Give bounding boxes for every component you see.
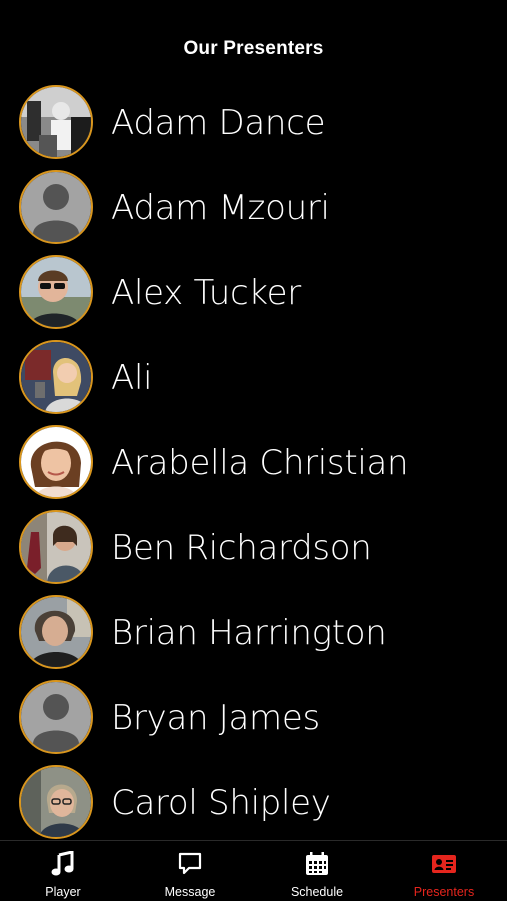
presenter-name: Alex Tucker xyxy=(111,272,301,313)
music-note-icon xyxy=(50,850,76,877)
presenter-name: Carol Shipley xyxy=(111,782,331,823)
tab-presenters[interactable]: Presenters xyxy=(381,841,507,901)
presenter-row-alex-tucker[interactable]: Alex Tucker xyxy=(0,250,507,335)
avatar xyxy=(19,340,93,414)
avatar xyxy=(19,510,93,584)
presenter-name: Bryan James xyxy=(111,697,320,738)
tab-player[interactable]: Player xyxy=(0,841,126,901)
avatar xyxy=(19,255,93,329)
presenter-row-bryan-james[interactable]: Bryan James xyxy=(0,675,507,760)
tab-message[interactable]: Message xyxy=(127,841,253,901)
speech-bubble-icon xyxy=(177,851,203,877)
tab-label: Presenters xyxy=(413,885,475,899)
presenter-name: Ali xyxy=(111,357,153,398)
presenter-name: Arabella Christian xyxy=(111,442,409,483)
tab-bar: Player Message Schedule Presenters xyxy=(0,840,507,901)
presenter-row-adam-dance[interactable]: Adam Dance xyxy=(0,80,507,165)
presenter-row-ben-richardson[interactable]: Ben Richardson xyxy=(0,505,507,590)
page-title: Our Presenters xyxy=(183,38,324,59)
presenter-row-ali[interactable]: Ali xyxy=(0,335,507,420)
avatar xyxy=(19,425,93,499)
avatar xyxy=(19,595,93,669)
id-card-icon xyxy=(431,851,457,877)
tab-label: Schedule xyxy=(290,885,344,899)
presenter-list[interactable]: Adam Dance Adam Mzouri Alex Tucker Ali A… xyxy=(0,80,507,840)
presenter-row-adam-mzouri[interactable]: Adam Mzouri xyxy=(0,165,507,250)
avatar-placeholder-icon xyxy=(19,680,93,754)
avatar xyxy=(19,85,93,159)
presenter-name: Brian Harrington xyxy=(111,612,387,653)
presenter-row-brian-harrington[interactable]: Brian Harrington xyxy=(0,590,507,675)
tab-schedule[interactable]: Schedule xyxy=(254,841,380,901)
avatar-placeholder-icon xyxy=(19,170,93,244)
presenter-row-arabella-christian[interactable]: Arabella Christian xyxy=(0,420,507,505)
presenter-name: Adam Dance xyxy=(111,102,326,143)
presenter-row-carol-shipley[interactable]: Carol Shipley xyxy=(0,760,507,840)
tab-label: Player xyxy=(45,885,81,899)
presenter-name: Adam Mzouri xyxy=(111,187,330,228)
calendar-icon xyxy=(304,851,330,877)
avatar xyxy=(19,765,93,839)
tab-label: Message xyxy=(164,885,216,899)
presenter-name: Ben Richardson xyxy=(111,527,372,568)
